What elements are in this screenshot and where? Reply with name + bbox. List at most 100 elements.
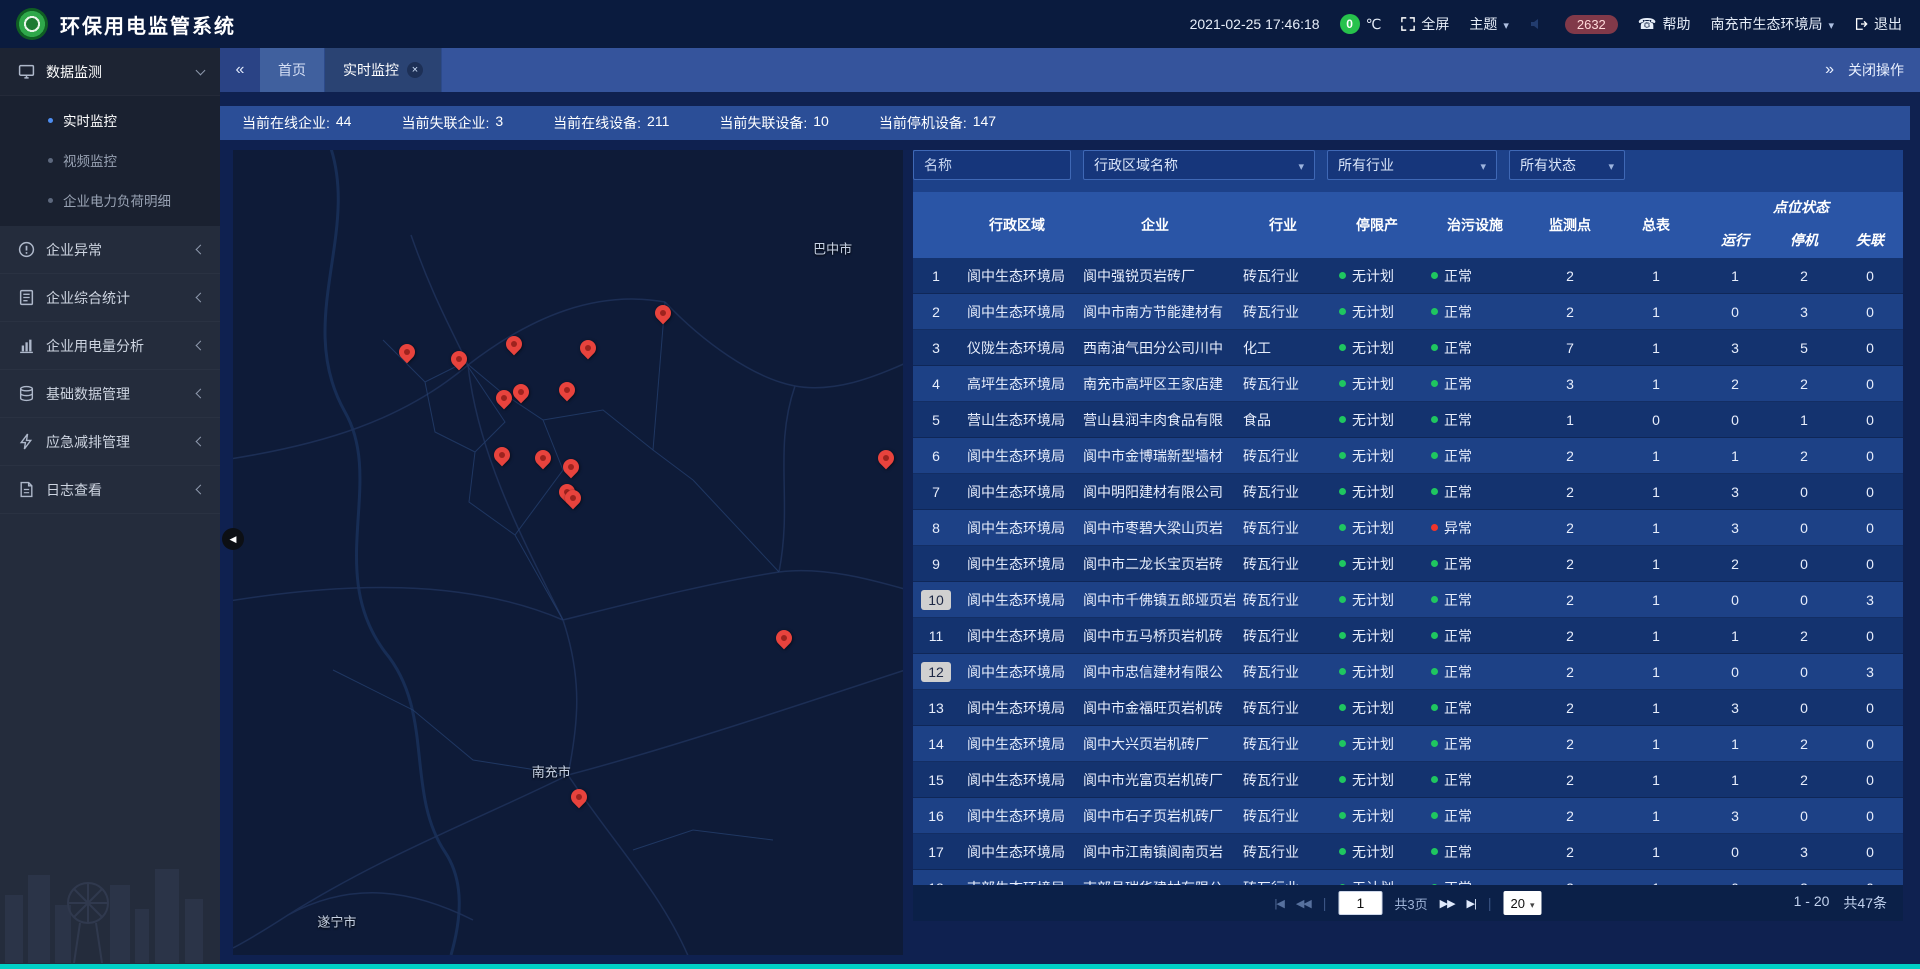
table-row[interactable]: 1 阆中生态环境局 阆中强锐页岩砖厂 砖瓦行业 无计划 正常 2	[913, 258, 1903, 294]
row-index: 3	[921, 338, 951, 358]
sidebar-item-emergency-management[interactable]: 应急减排管理	[0, 418, 220, 466]
row-index: 10	[921, 590, 951, 610]
logout-button[interactable]: 退出	[1854, 14, 1902, 34]
close-operations-button[interactable]: 关闭操作	[1848, 60, 1904, 80]
cell-industry: 食品	[1235, 410, 1331, 430]
cell-stop-status: 无计划	[1331, 518, 1423, 538]
name-filter-input[interactable]	[913, 150, 1071, 180]
table-row[interactable]: 11 阆中生态环境局 阆中市五马桥页岩机砖 砖瓦行业 无计划 正常 2	[913, 618, 1903, 654]
row-index: 11	[921, 626, 951, 646]
sidebar-item-realtime-monitoring[interactable]: 实时监控	[0, 100, 220, 140]
cell-lost-count: 0	[1837, 700, 1903, 716]
cell-lost-count: 0	[1837, 448, 1903, 464]
cell-run-count: 0	[1699, 304, 1771, 320]
industry-filter-select[interactable]: 所有行业	[1327, 150, 1497, 180]
table-row[interactable]: 4 高坪生态环境局 南充市高坪区王家店建 砖瓦行业 无计划 正常 3	[913, 366, 1903, 402]
sidebar-item-power-load-detail[interactable]: 企业电力负荷明细	[0, 180, 220, 220]
column-header-stopped[interactable]: 停机	[1771, 222, 1837, 258]
sidebar-submenu: 实时监控 视频监控 企业电力负荷明细	[0, 96, 220, 226]
organization-dropdown[interactable]: 南充市生态环境局	[1710, 14, 1834, 34]
table-row[interactable]: 17 阆中生态环境局 阆中市江南镇阆南页岩 砖瓦行业 无计划 正常 2	[913, 834, 1903, 870]
cell-industry: 砖瓦行业	[1235, 806, 1331, 826]
stat-item: 当前在线设备: 211	[553, 113, 669, 133]
cell-company: 阆中市枣碧大梁山页岩	[1075, 518, 1235, 538]
chevron-left-icon	[196, 485, 206, 495]
close-icon[interactable]	[407, 62, 423, 78]
table-row[interactable]: 12 阆中生态环境局 阆中市忠信建材有限公 砖瓦行业 无计划 正常 2	[913, 654, 1903, 690]
theme-dropdown[interactable]: 主题	[1469, 14, 1509, 34]
cell-stop-status: 无计划	[1331, 698, 1423, 718]
cell-stop-status: 无计划	[1331, 338, 1423, 358]
column-header-region[interactable]: 行政区域	[959, 192, 1075, 258]
map-canvas[interactable]: 巴中市 南充市 遂宁市	[233, 150, 903, 955]
column-header-meter[interactable]: 总表	[1613, 192, 1699, 258]
status-dot-icon	[1339, 272, 1346, 279]
cell-monitor-count: 7	[1527, 340, 1613, 356]
help-button[interactable]: 帮助	[1638, 14, 1691, 34]
cell-run-count: 1	[1699, 628, 1771, 644]
table-row[interactable]: 9 阆中生态环境局 阆中市二龙长宝页岩砖 砖瓦行业 无计划 正常 2	[913, 546, 1903, 582]
table-row[interactable]: 14 阆中生态环境局 阆中大兴页岩机砖厂 砖瓦行业 无计划 正常 2	[913, 726, 1903, 762]
column-header-stop[interactable]: 停限产	[1331, 192, 1423, 258]
table-row[interactable]: 18 南部生态环境局 南部县瑞华建材有限公 砖瓦行业 无计划 正常 2	[913, 870, 1903, 885]
cell-meter-count: 1	[1613, 520, 1699, 536]
sidebar-item-company-abnormal[interactable]: 企业异常	[0, 226, 220, 274]
sidebar-item-log-view[interactable]: 日志查看	[0, 466, 220, 514]
region-filter-select[interactable]: 行政区域名称	[1083, 150, 1315, 180]
status-filter-select[interactable]: 所有状态	[1509, 150, 1625, 180]
cell-industry: 化工	[1235, 338, 1331, 358]
tab-realtime-monitoring[interactable]: 实时监控	[325, 48, 442, 92]
status-dot-icon	[1431, 308, 1438, 315]
table-row[interactable]: 10 阆中生态环境局 阆中市千佛镇五郎垭页岩 砖瓦行业 无计划 正常 2	[913, 582, 1903, 618]
map-roads	[233, 150, 903, 955]
table-row[interactable]: 13 阆中生态环境局 阆中市金福旺页岩机砖 砖瓦行业 无计划 正常 2	[913, 690, 1903, 726]
table-row[interactable]: 5 营山生态环境局 营山县润丰肉食品有限 食品 无计划 正常 1	[913, 402, 1903, 438]
sidebar-item-company-statistics[interactable]: 企业综合统计	[0, 274, 220, 322]
bullet-icon	[48, 118, 53, 123]
cell-stopped-count: 2	[1771, 772, 1837, 788]
first-page-button[interactable]	[1274, 897, 1283, 910]
table-row[interactable]: 7 阆中生态环境局 阆中明阳建材有限公司 砖瓦行业 无计划 正常 2	[913, 474, 1903, 510]
table-row[interactable]: 8 阆中生态环境局 阆中市枣碧大梁山页岩 砖瓦行业 无计划 异常 2	[913, 510, 1903, 546]
column-header-monitor[interactable]: 监测点	[1527, 192, 1613, 258]
column-header-company[interactable]: 企业	[1075, 192, 1235, 258]
cell-stopped-count: 2	[1771, 736, 1837, 752]
status-dot-icon	[1339, 380, 1346, 387]
tabs-scroll-left-button[interactable]	[220, 48, 260, 92]
cell-meter-count: 1	[1613, 592, 1699, 608]
column-header-lost[interactable]: 失联	[1837, 222, 1903, 258]
column-header-run[interactable]: 运行	[1699, 222, 1771, 258]
tab-home[interactable]: 首页	[260, 48, 325, 92]
table-row[interactable]: 3 仪陇生态环境局 西南油气田分公司川中 化工 无计划 正常 7	[913, 330, 1903, 366]
sidebar-item-video-monitoring[interactable]: 视频监控	[0, 140, 220, 180]
page-number-input[interactable]	[1338, 891, 1382, 915]
cell-run-count: 0	[1699, 592, 1771, 608]
weather-widget[interactable]: 0 ℃	[1340, 14, 1382, 34]
table-row[interactable]: 2 阆中生态环境局 阆中市南方节能建材有 砖瓦行业 无计划 正常 2	[913, 294, 1903, 330]
cell-lost-count: 0	[1837, 772, 1903, 788]
table-row[interactable]: 16 阆中生态环境局 阆中市石子页岩机砖厂 砖瓦行业 无计划 正常 2	[913, 798, 1903, 834]
status-dot-icon	[1339, 776, 1346, 783]
column-header-pollution[interactable]: 治污设施	[1423, 192, 1527, 258]
table-row[interactable]: 15 阆中生态环境局 阆中市光富页岩机砖厂 砖瓦行业 无计划 正常 2	[913, 762, 1903, 798]
column-header-industry[interactable]: 行业	[1235, 192, 1331, 258]
sidebar-item-base-data[interactable]: 基础数据管理	[0, 370, 220, 418]
cell-region: 阆中生态环境局	[959, 266, 1075, 286]
tabs-scroll-right-button[interactable]	[1825, 61, 1834, 79]
row-index: 2	[921, 302, 951, 322]
last-page-button[interactable]	[1467, 897, 1476, 910]
notice-count-badge[interactable]: 2632	[1565, 15, 1618, 34]
status-dot-icon	[1431, 776, 1438, 783]
next-page-button[interactable]	[1440, 897, 1455, 910]
page-size-select[interactable]: 20	[1504, 891, 1542, 915]
prev-page-button[interactable]	[1296, 897, 1311, 910]
sidebar-item-power-analysis[interactable]: 企业用电量分析	[0, 322, 220, 370]
table-row[interactable]: 6 阆中生态环境局 阆中市金博瑞新型墙材 砖瓦行业 无计划 正常 2	[913, 438, 1903, 474]
cell-meter-count: 1	[1613, 628, 1699, 644]
speaker-icon[interactable]	[1529, 16, 1545, 32]
cell-stopped-count: 2	[1771, 268, 1837, 284]
cell-pollution-status: 正常	[1423, 302, 1527, 322]
fullscreen-button[interactable]: 全屏	[1401, 14, 1449, 34]
sidebar-item-data-monitoring[interactable]: 数据监测	[0, 48, 220, 96]
stat-item: 当前停机设备: 147	[879, 113, 996, 133]
